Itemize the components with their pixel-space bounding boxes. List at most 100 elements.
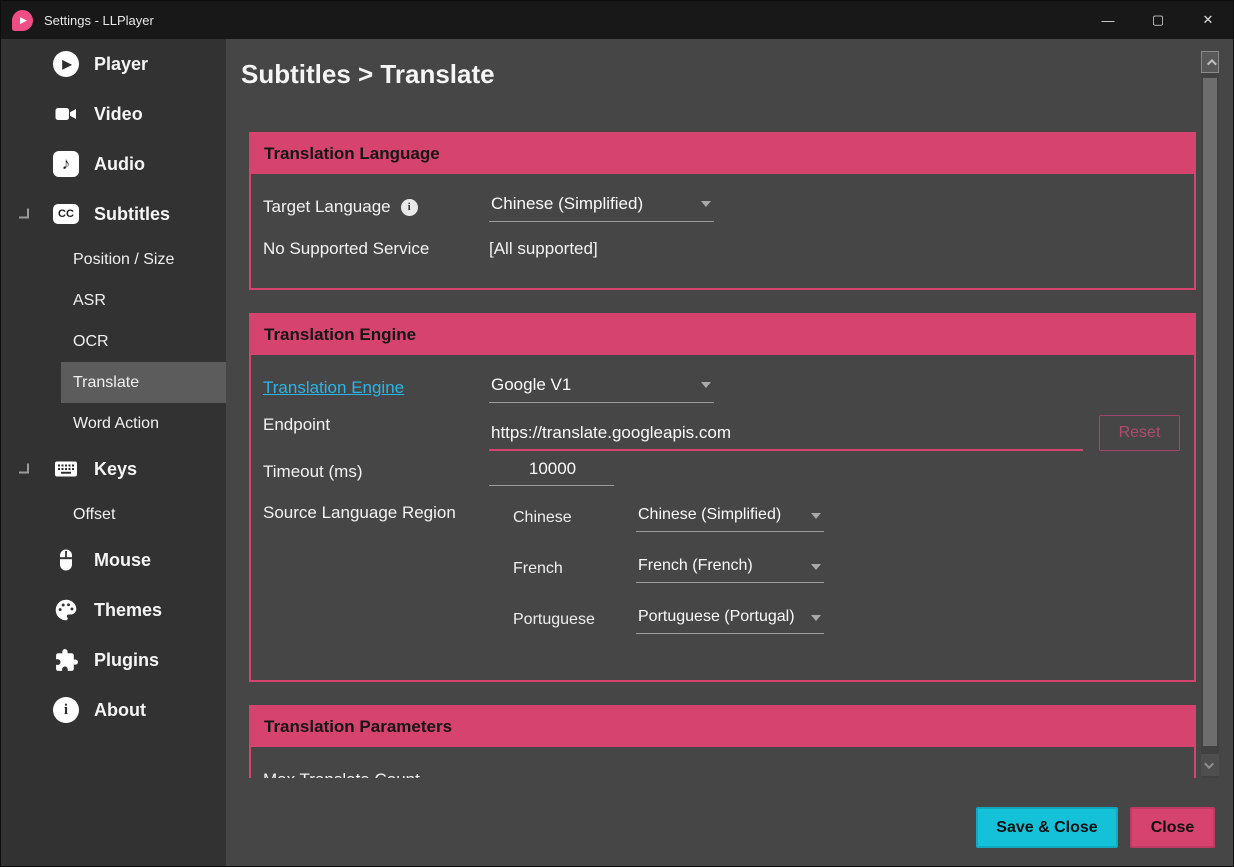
chevron-down-icon (701, 201, 711, 212)
close-window-button[interactable]: ✕ (1183, 1, 1233, 39)
section-translation-parameters: Translation Parameters Max Translate Cou… (249, 705, 1196, 778)
sidebar-item-label: Subtitles (94, 204, 170, 225)
sidebar-item-label: Keys (94, 459, 137, 480)
max-translate-count-row: Max Translate Count (263, 759, 1180, 778)
sidebar-item-audio[interactable]: ♪ Audio (1, 139, 226, 189)
endpoint-row: Endpoint Reset (263, 409, 1180, 451)
collapse-indicator-icon[interactable] (19, 464, 29, 474)
settings-sidebar: ▶ Player Video ♪ Audio CC Subtit (1, 39, 226, 867)
sidebar-item-label: OCR (73, 333, 109, 351)
sidebar-item-about[interactable]: i About (1, 685, 226, 735)
sidebar-item-player[interactable]: ▶ Player (1, 39, 226, 89)
sidebar-item-position-size[interactable]: Position / Size (61, 239, 226, 280)
translation-engine-row: Translation Engine Google V1 (263, 367, 1180, 409)
app-logo-icon: ▶ (12, 10, 33, 31)
chevron-down-icon (1204, 759, 1214, 769)
chevron-up-icon (1206, 58, 1216, 68)
sidebar-item-subtitles[interactable]: CC Subtitles (1, 189, 226, 239)
chevron-down-icon (701, 382, 711, 393)
section-translation-engine: Translation Engine Translation Engine Go… (249, 313, 1196, 682)
target-language-dropdown[interactable]: Chinese (Simplified) (489, 192, 714, 222)
no-supported-service-value: [All supported] (489, 239, 598, 259)
sidebar-item-asr[interactable]: ASR (61, 280, 226, 321)
settings-scroll-region: Subtitles > Translate Translation Langua… (226, 39, 1234, 778)
endpoint-label: Endpoint (263, 415, 330, 435)
translation-engine-dropdown[interactable]: Google V1 (489, 373, 714, 403)
info-tooltip-icon[interactable]: i (401, 199, 418, 216)
chevron-down-icon (811, 564, 821, 575)
max-translate-count-label: Max Translate Count (263, 770, 420, 778)
timeout-row: Timeout (ms) (263, 451, 1180, 493)
source-region-row-chinese: Chinese Chinese (Simplified) (513, 497, 824, 538)
chinese-region-dropdown[interactable]: Chinese (Simplified) (636, 504, 824, 532)
music-note-icon: ♪ (53, 151, 79, 177)
scrollbar-thumb[interactable] (1203, 78, 1217, 746)
scrollbar-down-button[interactable] (1201, 754, 1219, 776)
closed-captions-icon: CC (53, 204, 79, 224)
sidebar-item-label: Word Action (73, 415, 159, 433)
sidebar-item-label: Audio (94, 154, 145, 175)
sidebar-item-label: Themes (94, 600, 162, 621)
sidebar-item-label: Offset (73, 506, 115, 524)
sidebar-item-keys[interactable]: Keys (1, 444, 226, 494)
sidebar-item-themes[interactable]: Themes (1, 585, 226, 635)
source-region-label: Portuguese (513, 611, 636, 629)
close-button[interactable]: Close (1130, 807, 1215, 848)
sidebar-item-word-action[interactable]: Word Action (61, 403, 226, 444)
mouse-icon (53, 547, 79, 573)
sidebar-item-label: ASR (73, 292, 106, 310)
section-header: Translation Language (251, 134, 1194, 174)
play-circle-icon: ▶ (53, 51, 79, 77)
chevron-down-icon (811, 615, 821, 626)
source-region-row-portuguese: Portuguese Portuguese (Portugal) (513, 599, 824, 640)
sidebar-item-ocr[interactable]: OCR (61, 321, 226, 362)
titlebar: ▶ Settings - LLPlayer — ▢ ✕ (1, 1, 1233, 39)
sidebar-item-video[interactable]: Video (1, 89, 226, 139)
window-title: Settings - LLPlayer (44, 13, 154, 28)
maximize-button[interactable]: ▢ (1133, 1, 1183, 39)
portuguese-region-dropdown[interactable]: Portuguese (Portugal) (636, 606, 824, 634)
endpoint-input-wrap (489, 409, 1083, 451)
sidebar-item-translate[interactable]: Translate (61, 362, 226, 403)
scrollbar-up-button[interactable] (1201, 51, 1219, 73)
target-language-label: Target Language (263, 197, 391, 217)
source-language-region-label: Source Language Region (263, 503, 456, 523)
timeout-input[interactable] (489, 459, 614, 485)
section-header: Translation Parameters (251, 707, 1194, 747)
no-supported-service-label: No Supported Service (263, 239, 429, 259)
translation-engine-link[interactable]: Translation Engine (263, 378, 404, 398)
timeout-input-wrap (489, 459, 614, 486)
sidebar-item-label: Plugins (94, 650, 159, 671)
sidebar-item-label: Player (94, 54, 148, 75)
reset-button[interactable]: Reset (1099, 415, 1180, 451)
timeout-label: Timeout (ms) (263, 462, 363, 482)
minimize-button[interactable]: — (1083, 1, 1133, 39)
palette-icon (53, 597, 79, 623)
info-icon: i (53, 697, 79, 723)
source-language-region-list: Chinese Chinese (Simplified) French (513, 493, 824, 640)
source-region-row-french: French French (French) (513, 548, 824, 589)
section-translation-language: Translation Language Target Language i C… (249, 132, 1196, 290)
target-language-row: Target Language i Chinese (Simplified) (263, 186, 1180, 228)
sidebar-item-label: Mouse (94, 550, 151, 571)
page-title: Subtitles > Translate (241, 59, 1234, 90)
sidebar-item-plugins[interactable]: Plugins (1, 635, 226, 685)
sidebar-item-mouse[interactable]: Mouse (1, 535, 226, 585)
endpoint-input[interactable] (489, 423, 1083, 449)
french-region-dropdown[interactable]: French (French) (636, 555, 824, 583)
keyboard-icon (53, 456, 79, 482)
vertical-scrollbar[interactable] (1201, 51, 1219, 778)
source-region-label: Chinese (513, 509, 636, 527)
sidebar-item-label: Video (94, 104, 143, 125)
window-controls: — ▢ ✕ (1083, 1, 1233, 39)
no-supported-service-row: No Supported Service [All supported] (263, 228, 1180, 270)
sidebar-item-offset[interactable]: Offset (61, 494, 226, 535)
section-header: Translation Engine (251, 315, 1194, 355)
save-and-close-button[interactable]: Save & Close (976, 807, 1118, 848)
sidebar-item-label: Translate (73, 374, 139, 392)
video-camera-icon (53, 101, 79, 127)
source-region-label: French (513, 560, 636, 578)
sidebar-item-label: Position / Size (73, 251, 174, 269)
collapse-indicator-icon[interactable] (19, 209, 29, 219)
puzzle-icon (53, 647, 79, 673)
